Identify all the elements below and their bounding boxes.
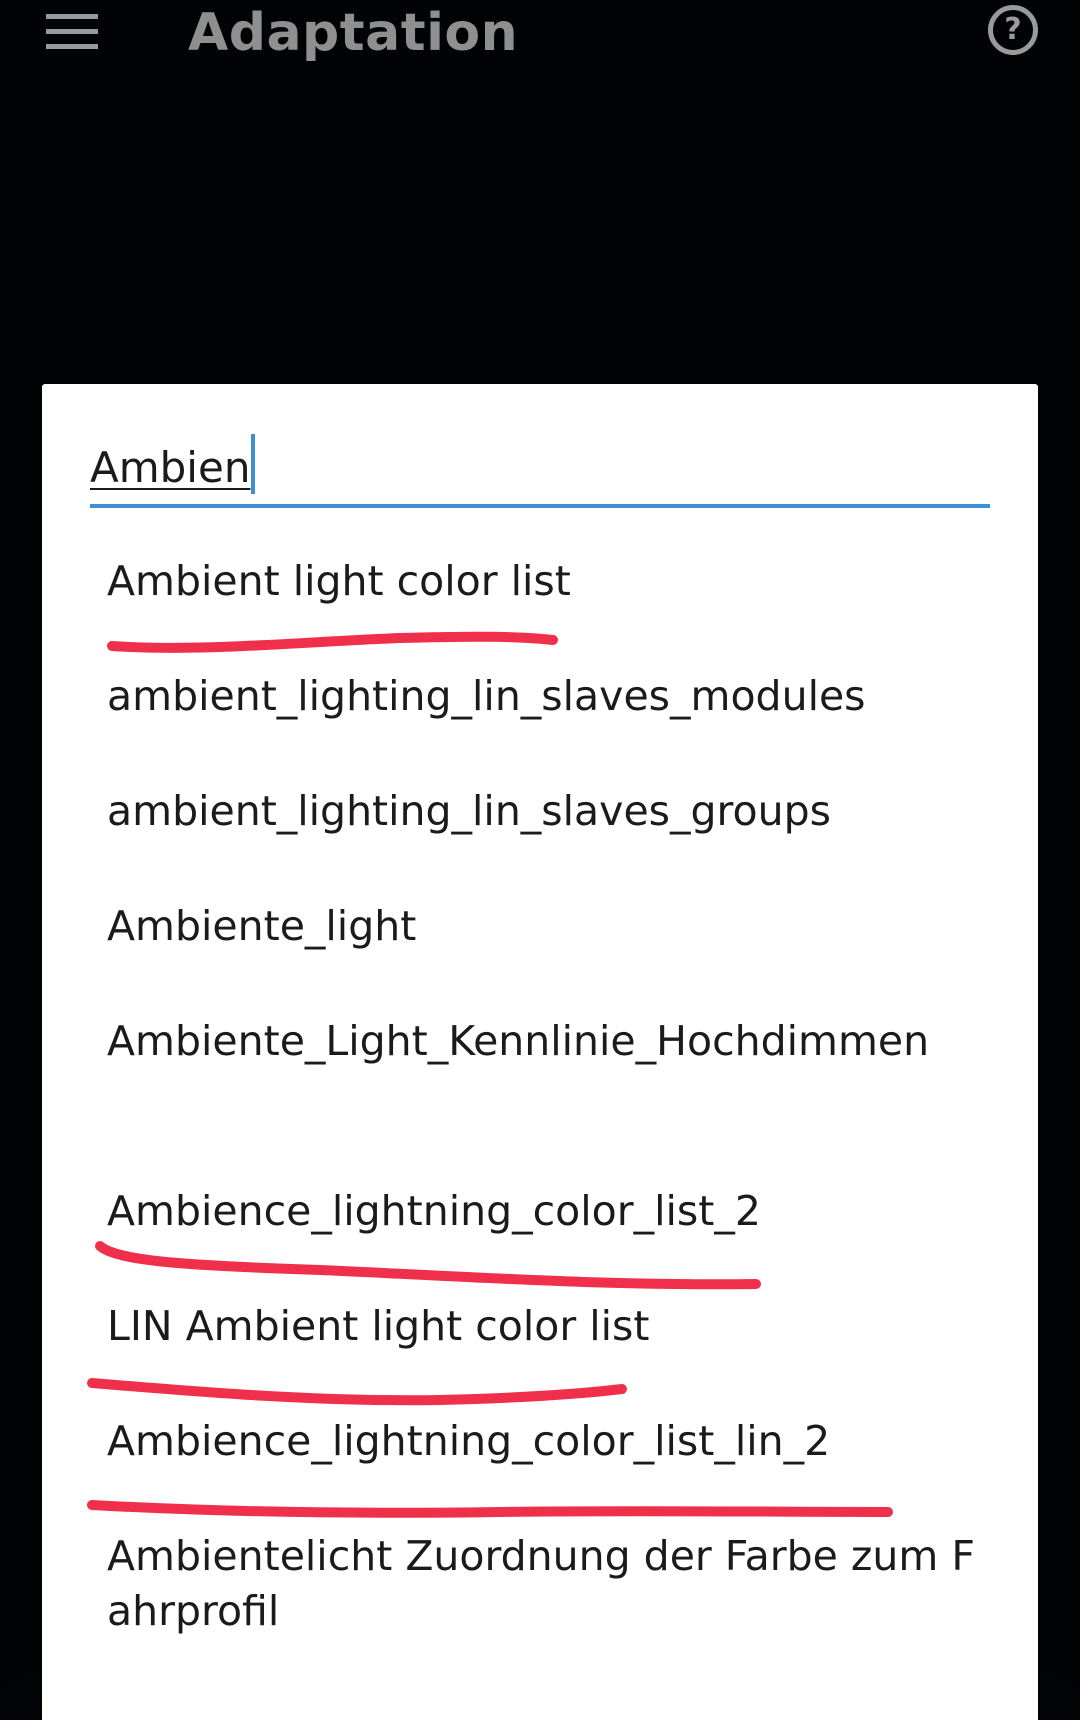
list-item[interactable]: ambient_lighting_lin_slaves_groups	[107, 784, 987, 839]
list-item[interactable]: Ambientelicht Zuordnung der Farbe zum Fa…	[107, 1529, 987, 1639]
page-title: Adaptation	[188, 3, 519, 63]
help-circle-icon[interactable]: ?	[988, 5, 1038, 55]
search-input[interactable]: Ambien	[90, 434, 256, 500]
text-caret	[251, 434, 256, 494]
list-item[interactable]: Ambiente_Light_Kennlinie_Hochdimmen	[107, 1014, 987, 1069]
list-item[interactable]: Ambient light color list	[107, 554, 987, 609]
app-bar: Adaptation ?	[0, 0, 1080, 72]
search-field[interactable]: Ambien	[90, 434, 990, 508]
list-item[interactable]: Ambience_lightning_color_list_lin_2	[107, 1414, 987, 1469]
list-item[interactable]: Ambiente_light	[107, 899, 987, 954]
search-dialog: Ambien Ambient light color list ambient_…	[42, 384, 1038, 1720]
search-underline	[90, 504, 990, 508]
list-item[interactable]: LIN Ambient light color list	[107, 1299, 987, 1354]
screen: Adaptation ? Ambien Ambient light color …	[0, 0, 1080, 1720]
search-input-value: Ambien	[90, 443, 251, 492]
list-item[interactable]: ambient_lighting_lin_slaves_modules	[107, 669, 987, 724]
list-item[interactable]: Ambience_lightning_color_list_2	[107, 1184, 987, 1239]
hamburger-menu-icon[interactable]	[46, 12, 98, 52]
